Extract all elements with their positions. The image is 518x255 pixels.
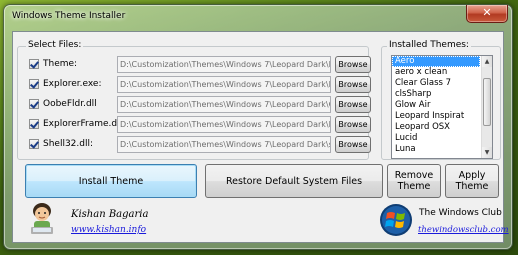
close-button[interactable]: ✕ [466,5,508,23]
select-files-label: Select Files: [26,40,84,50]
file-row-theme: Theme: D:\Customization\Themes\Windows 7… [29,56,371,74]
installed-themes-label: Installed Themes: [387,40,471,50]
shell32-path-field[interactable]: D:\Customization\Themes\Windows 7\Leopar… [117,136,331,153]
remove-theme-button[interactable]: Remove Theme [387,164,441,198]
theme-item-glow-air[interactable]: Glow Air [392,100,480,111]
footer: Kishan Bagaria www.kishan.info The Windo… [13,198,509,242]
theme-item-leopard-inspirat[interactable]: Leopard Inspirat [392,111,480,122]
restore-default-label: Restore Default System Files [225,175,363,187]
file-row-explorer: Explorer.exe: D:\Customization\Themes\Wi… [29,76,371,94]
explorer-path-field[interactable]: D:\Customization\Themes\Windows 7\Leopar… [117,76,331,93]
install-theme-label: Install Theme [78,175,144,187]
theme-item-lucid[interactable]: Lucid [392,133,480,144]
window-title: Windows Theme Installer [12,11,126,21]
theme-item-aero-x-clean[interactable]: aero x clean [392,67,480,78]
oobefldr-checkbox[interactable] [29,99,39,109]
oobefldr-path-field[interactable]: D:\Customization\Themes\Windows 7\Leopar… [117,96,331,113]
shell32-checkbox[interactable] [29,139,39,149]
theme-checkbox[interactable] [29,59,39,69]
themes-listbox[interactable]: Aero aero x clean Clear Glass 7 clsSharp… [391,55,493,159]
scroll-up-icon[interactable]: ▲ [482,56,492,67]
shell32-label: Shell32.dll: [43,139,94,149]
explorer-browse-button[interactable]: Browse [335,76,371,93]
theme-item-clear-glass-7[interactable]: Clear Glass 7 [392,78,480,89]
theme-browse-button[interactable]: Browse [335,56,371,73]
scroll-down-icon[interactable]: ▼ [482,147,492,158]
file-row-shell32: Shell32.dll: D:\Customization\Themes\Win… [29,136,371,154]
file-row-oobefldr: OobeFldr.dll D:\Customization\Themes\Win… [29,96,371,114]
author-link[interactable]: www.kishan.info [71,225,146,235]
theme-item-clssharp[interactable]: clsSharp [392,89,480,100]
apply-theme-label-2: Theme [455,181,489,192]
client-area: Select Files: Theme: D:\Customization\Th… [12,31,509,243]
club-name: The Windows Club [419,208,502,218]
theme-label: Theme: [43,59,78,69]
close-icon: ✕ [482,6,492,19]
explorerframe-checkbox[interactable] [29,119,39,129]
remove-theme-label-2: Theme [397,181,431,192]
explorer-label: Explorer.exe: [43,79,102,89]
apply-theme-label-1: Apply [458,170,486,181]
avatar [31,203,53,234]
explorerframe-label: ExplorerFrame.dll: [43,119,126,129]
restore-default-button[interactable]: Restore Default System Files [205,164,383,198]
apply-theme-button[interactable]: Apply Theme [445,164,499,198]
install-theme-button[interactable]: Install Theme [25,164,197,198]
theme-path-field[interactable]: D:\Customization\Themes\Windows 7\Leopar… [117,56,331,73]
theme-item-aero[interactable]: Aero [392,56,480,67]
oobefldr-browse-button[interactable]: Browse [335,96,371,113]
explorer-checkbox[interactable] [29,79,39,89]
windows-logo-icon [380,204,412,236]
remove-theme-label-1: Remove [394,170,434,181]
themes-scrollbar[interactable]: ▲ ▼ [481,56,492,158]
scroll-thumb[interactable] [483,78,491,126]
app-window: Windows Theme Installer ✕ Select Files: … [3,4,513,250]
author-name: Kishan Bagaria [71,209,149,220]
explorerframe-path-field[interactable]: D:\Customization\Themes\Windows 7\Leopar… [117,116,331,133]
club-link[interactable]: thewindowsclub.com [418,225,509,235]
oobefldr-label: OobeFldr.dll [43,99,97,109]
theme-item-luna[interactable]: Luna [392,144,480,155]
explorerframe-browse-button[interactable]: Browse [335,116,371,133]
title-bar[interactable]: Windows Theme Installer ✕ [4,5,512,29]
file-row-explorerframe: ExplorerFrame.dll: D:\Customization\Them… [29,116,371,134]
theme-item-leopard-osx[interactable]: Leopard OSX [392,122,480,133]
shell32-browse-button[interactable]: Browse [335,136,371,153]
